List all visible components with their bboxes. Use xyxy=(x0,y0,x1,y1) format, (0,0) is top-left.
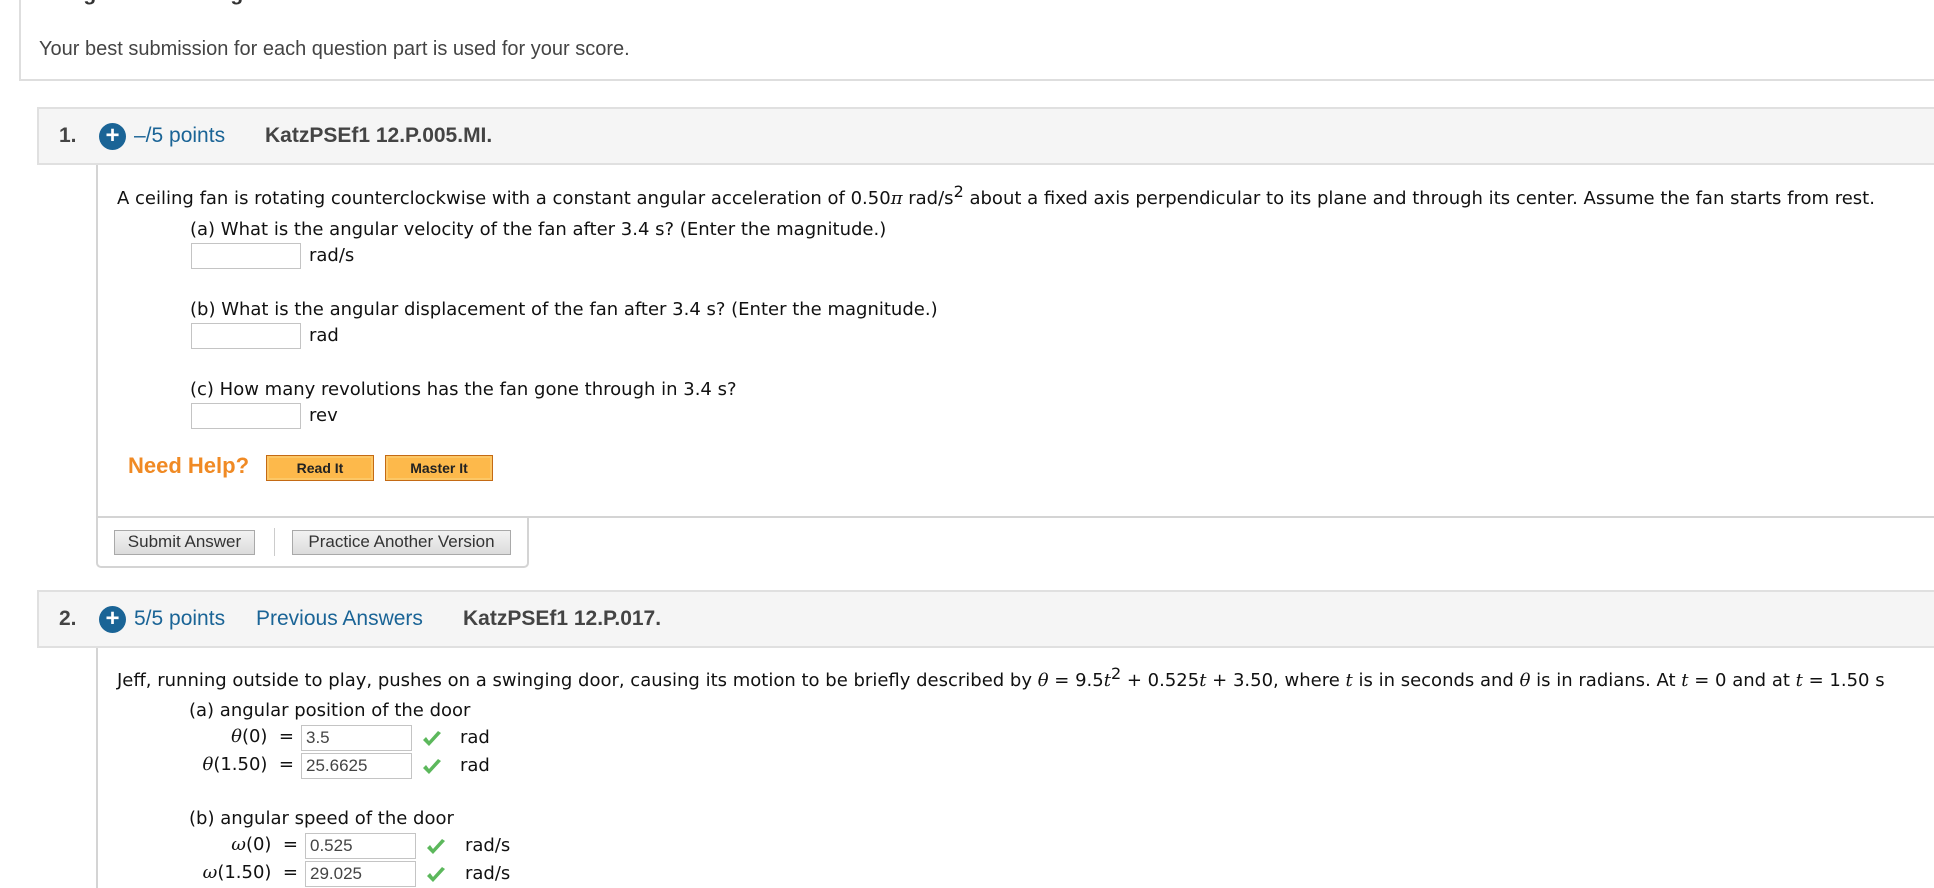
question-2-stem: Jeff, running outside to play, pushes on… xyxy=(117,664,1885,691)
part-c-answer-input[interactable] xyxy=(191,403,301,429)
scoring-note: Your best submission for each question p… xyxy=(39,38,630,60)
equation-part: + 0.525 xyxy=(1121,670,1200,691)
omega-0-input[interactable] xyxy=(305,833,416,859)
practice-another-version-button[interactable]: Practice Another Version xyxy=(292,530,511,555)
theta-0-unit: rad xyxy=(460,727,490,748)
question-1-stem: A ceiling fan is rotating counterclockwi… xyxy=(117,182,1875,209)
equals-sign: = xyxy=(278,754,294,775)
theta-symbol: θ xyxy=(231,726,242,747)
part-c-unit: rev xyxy=(309,405,338,426)
exponent: 2 xyxy=(1110,664,1122,683)
equation-part: = 1.50 s xyxy=(1802,670,1885,691)
equation-part: = 0 and at xyxy=(1688,670,1796,691)
equation-part: + 3.50, where xyxy=(1206,670,1346,691)
argument: (0) xyxy=(241,726,268,747)
stem-text: Jeff, running outside to play, pushes on… xyxy=(117,670,1038,691)
question-number: 2. xyxy=(59,607,77,630)
argument: (0) xyxy=(245,834,272,855)
theta-symbol: θ xyxy=(1519,670,1531,691)
equals-sign: = xyxy=(282,834,298,855)
part-a-answer-input[interactable] xyxy=(191,243,301,269)
part-a-label: (a) What is the angular velocity of the … xyxy=(190,219,887,240)
assignment-scoring-title: Assignment Scoring xyxy=(39,0,243,6)
q2-part-a-label: (a) angular position of the door xyxy=(189,700,471,721)
part-a-unit: rad/s xyxy=(309,245,355,266)
omega-0-unit: rad/s xyxy=(465,835,511,856)
stem-unit: rad/s xyxy=(902,188,954,209)
expand-plus-icon[interactable]: + xyxy=(99,123,126,150)
stem-text: is in radians. At xyxy=(1530,670,1682,691)
theta-1-50-input[interactable] xyxy=(301,753,412,779)
part-c-label: (c) How many revolutions has the fan gon… xyxy=(190,379,737,400)
correct-check-icon xyxy=(423,759,441,774)
argument: (1.50) xyxy=(213,754,268,775)
question-code: KatzPSEf1 12.P.005.MI. xyxy=(265,124,493,147)
need-help-label: Need Help? xyxy=(128,453,250,478)
submit-answer-button[interactable]: Submit Answer xyxy=(114,530,255,555)
stem-text: A ceiling fan is rotating counterclockwi… xyxy=(117,188,891,209)
stem-exponent: 2 xyxy=(953,182,964,201)
part-b-unit: rad xyxy=(309,325,339,346)
omega-1-50-unit: rad/s xyxy=(465,863,511,884)
question-2-body-border xyxy=(96,648,98,888)
master-it-button[interactable]: Master It xyxy=(385,455,493,481)
expand-plus-icon[interactable]: + xyxy=(99,606,126,633)
t-symbol: t xyxy=(1345,670,1353,691)
correct-check-icon xyxy=(427,867,445,882)
omega-symbol: ω xyxy=(231,834,246,855)
correct-check-icon xyxy=(423,731,441,746)
correct-check-icon xyxy=(427,839,445,854)
theta-1-50-label: θ(1.50) = xyxy=(160,754,294,775)
q2-part-b-label: (b) angular speed of the door xyxy=(189,808,454,829)
question-1-header: 1. + –/5 points KatzPSEf1 12.P.005.MI. xyxy=(37,107,1934,165)
theta-0-input[interactable] xyxy=(301,725,412,751)
t-symbol: t xyxy=(1681,670,1689,691)
stem-text: is in seconds and xyxy=(1352,670,1520,691)
points-link[interactable]: –/5 points xyxy=(134,124,225,148)
theta-1-50-unit: rad xyxy=(460,755,490,776)
equals-sign: = xyxy=(278,726,294,747)
part-b-label: (b) What is the angular displacement of … xyxy=(190,299,938,320)
omega-1-50-input[interactable] xyxy=(305,861,416,887)
omega-0-label: ω(0) = xyxy=(160,834,298,855)
theta-symbol: θ xyxy=(1037,670,1049,691)
question-1-body-border xyxy=(96,165,98,518)
read-it-button[interactable]: Read It xyxy=(266,455,374,481)
theta-0-label: θ(0) = xyxy=(160,726,294,747)
points-link[interactable]: 5/5 points xyxy=(134,607,225,631)
t-symbol: t xyxy=(1795,670,1803,691)
equation-part: = 9.5 xyxy=(1048,670,1104,691)
previous-answers-link[interactable]: Previous Answers xyxy=(256,607,423,631)
theta-symbol: θ xyxy=(202,754,214,775)
question-2-header: 2. + 5/5 points Previous Answers KatzPSE… xyxy=(37,590,1934,648)
button-separator xyxy=(274,528,275,556)
question-number: 1. xyxy=(59,124,77,147)
stem-text-end: about a fixed axis perpendicular to its … xyxy=(963,188,1875,209)
t-symbol: t xyxy=(1103,670,1111,691)
pi-symbol: π xyxy=(890,188,903,209)
part-b-answer-input[interactable] xyxy=(191,323,301,349)
question-code: KatzPSEf1 12.P.017. xyxy=(463,607,662,630)
